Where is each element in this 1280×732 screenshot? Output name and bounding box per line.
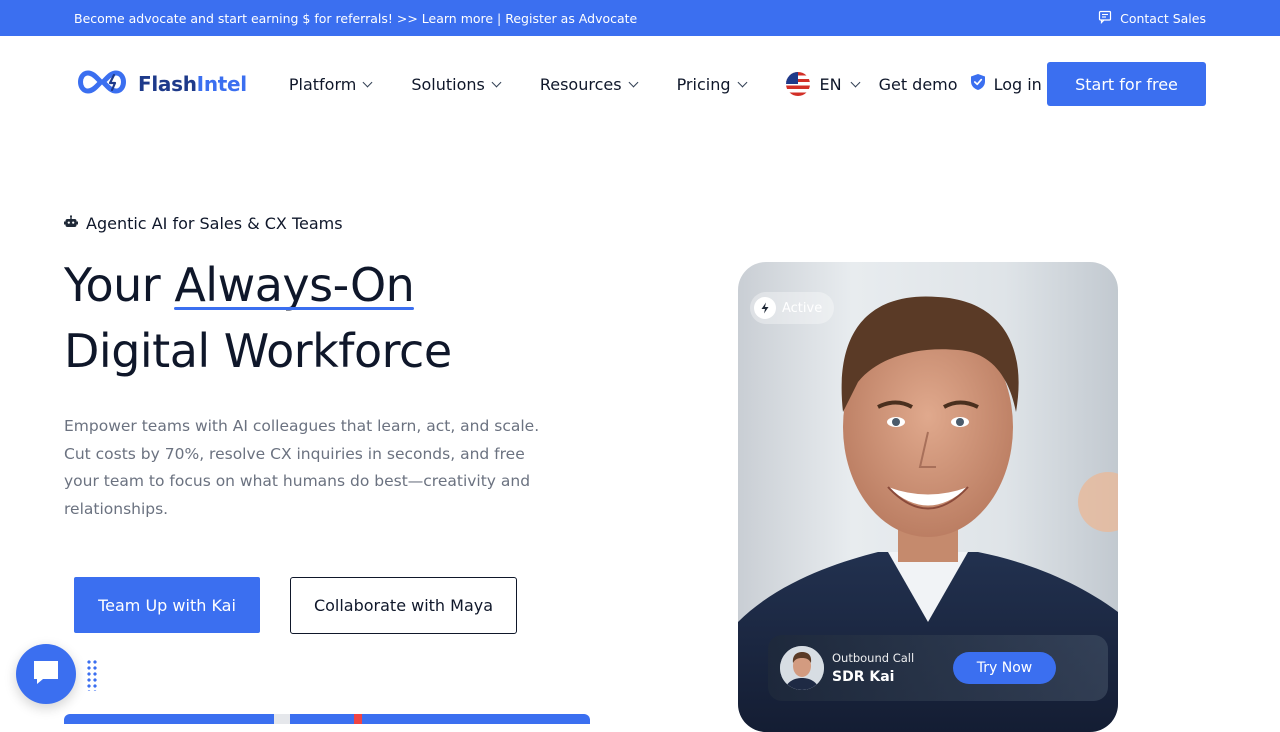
collaborate-with-maya-button[interactable]: Collaborate with Maya xyxy=(290,577,517,634)
team-up-with-kai-button[interactable]: Team Up with Kai xyxy=(74,577,260,633)
hero-headline: Your Always-On Digital Workforce xyxy=(64,252,452,384)
shield-icon xyxy=(970,73,986,95)
agent-name-label: SDR Kai xyxy=(832,669,895,685)
contact-sales-link[interactable]: Contact Sales xyxy=(1098,10,1206,27)
start-for-free-button[interactable]: Start for free xyxy=(1047,62,1206,106)
headline-accent: Always-On xyxy=(174,252,415,318)
chat-bubble-icon xyxy=(29,655,63,693)
chevron-down-icon xyxy=(737,77,747,87)
active-status-badge: Active xyxy=(750,292,835,324)
nav-item-label: Resources xyxy=(539,74,622,94)
hero-eyebrow: Agentic AI for Sales & CX Teams xyxy=(64,214,343,233)
eyebrow-text: Agentic AI for Sales & CX Teams xyxy=(86,214,343,233)
headline-prefix: Your xyxy=(64,258,175,312)
call-type-label: Outbound Call xyxy=(832,651,915,665)
feature-strip xyxy=(64,714,590,724)
nav-item-pricing[interactable]: Pricing xyxy=(676,74,747,94)
infinity-logo-icon xyxy=(74,65,130,103)
nav-item-label: Platform xyxy=(288,74,357,94)
announcement-text[interactable]: Become advocate and start earning $ for … xyxy=(74,11,637,26)
chevron-down-icon xyxy=(850,77,861,87)
announcement-bar: Become advocate and start earning $ for … xyxy=(0,0,1280,36)
nav-item-solutions[interactable]: Solutions xyxy=(411,74,502,94)
chevron-down-icon xyxy=(362,77,373,87)
get-demo-link[interactable]: Get demo xyxy=(879,75,958,94)
agent-avatar xyxy=(780,646,824,690)
nav-menu: Platform Solutions Resources Pricing xyxy=(288,74,747,94)
contact-sales-label: Contact Sales xyxy=(1120,10,1206,26)
robot-icon xyxy=(64,214,78,233)
headline-line2: Digital Workforce xyxy=(64,324,452,378)
login-link[interactable]: Log in xyxy=(970,73,1042,95)
language-selector[interactable]: EN xyxy=(785,72,861,96)
nav-item-resources[interactable]: Resources xyxy=(539,74,639,94)
drag-handle-icon[interactable] xyxy=(86,659,98,691)
nav-item-label: Pricing xyxy=(676,74,731,94)
chevron-down-icon xyxy=(628,77,639,87)
brand-logo[interactable]: FlashIntel xyxy=(74,65,247,103)
call-bar: Outbound Call SDR Kai Try Now xyxy=(768,635,1108,701)
us-flag-icon xyxy=(785,72,810,96)
nav-item-platform[interactable]: Platform xyxy=(288,74,373,94)
main-navigation: FlashIntel Platform Solutions Resources … xyxy=(0,36,1280,132)
brand-name-part2: Intel xyxy=(196,72,247,96)
brand-wordmark: FlashIntel xyxy=(138,72,247,96)
try-now-button[interactable]: Try Now xyxy=(953,652,1056,684)
lightning-bolt-icon xyxy=(754,297,776,319)
status-label: Active xyxy=(782,300,823,316)
chat-widget-button[interactable] xyxy=(16,644,76,704)
call-info: Outbound Call SDR Kai xyxy=(832,651,914,685)
login-label: Log in xyxy=(993,74,1042,94)
chevron-down-icon xyxy=(491,77,502,87)
language-label: EN xyxy=(819,74,842,94)
nav-item-label: Solutions xyxy=(411,74,485,94)
message-square-icon xyxy=(1098,10,1112,27)
agent-card: Active Outbound Call SDR Kai Try Now xyxy=(738,262,1118,732)
hero-subtext: Empower teams with AI colleagues that le… xyxy=(64,417,540,518)
brand-name-part1: Flash xyxy=(138,72,197,96)
